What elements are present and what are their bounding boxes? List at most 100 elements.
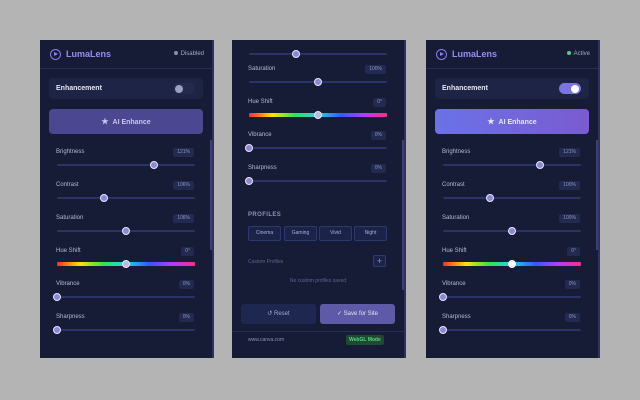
slider-thumb[interactable] <box>99 194 108 202</box>
slider-label: Hue Shift <box>442 248 467 254</box>
slider-track[interactable] <box>249 147 387 149</box>
slider-label: Saturation <box>56 215 84 221</box>
slider-track[interactable] <box>249 53 387 55</box>
slider-track[interactable] <box>249 180 387 182</box>
slider-label: Saturation <box>442 215 470 221</box>
scrollbar[interactable] <box>402 140 404 290</box>
slider-track[interactable] <box>443 329 581 331</box>
slider-thumb[interactable] <box>292 50 300 58</box>
slider-thumb[interactable] <box>508 260 516 268</box>
slider-value: 0° <box>181 247 194 256</box>
slider-thumb[interactable] <box>439 293 447 301</box>
check-icon: ✓ <box>336 311 342 317</box>
slider-label: Brightness <box>442 149 471 155</box>
preset-vivid[interactable]: Vivid <box>319 226 352 241</box>
slider-value: 100% <box>365 65 386 74</box>
preset-gaming[interactable]: Gaming <box>284 226 317 241</box>
slider-track[interactable] <box>443 197 581 199</box>
slider-label: Hue Shift <box>56 248 81 254</box>
status-badge: Active <box>566 51 590 57</box>
slider-value: 0% <box>370 164 386 173</box>
slider-value: 0% <box>564 313 580 322</box>
slider-label: Contrast <box>56 182 79 188</box>
slider-track[interactable] <box>443 164 581 166</box>
undo-icon: ↺ <box>267 311 273 317</box>
slider-thumb[interactable] <box>485 194 494 202</box>
reset-button[interactable]: ↺ Reset <box>241 304 316 324</box>
status-text: Active <box>573 51 590 57</box>
save-label: Save for Site <box>343 311 379 317</box>
reset-label: Reset <box>274 311 290 317</box>
panel-header: LumaLens Active <box>426 40 598 69</box>
slider-track[interactable] <box>57 296 195 298</box>
toggle-knob <box>571 84 579 93</box>
scrollbar[interactable] <box>596 140 598 250</box>
slider-track[interactable] <box>57 197 195 199</box>
slider-thumb[interactable] <box>149 161 158 169</box>
slider-value: 100% <box>559 214 580 223</box>
slider-value: 121% <box>173 148 194 157</box>
ai-enhance-button[interactable]: ★ AI Enhance <box>435 109 589 134</box>
slider-label: Vibrance <box>248 132 272 138</box>
slider-label: Brightness <box>56 149 85 155</box>
slider-value: 0% <box>178 313 194 322</box>
scrollbar[interactable] <box>210 140 212 250</box>
mode-badge: WebGL Mode <box>346 335 384 345</box>
slider-track[interactable] <box>57 329 195 331</box>
slider-thumb[interactable] <box>245 144 253 152</box>
profiles-title: PROFILES <box>248 212 282 218</box>
status-dot-icon <box>173 51 178 55</box>
slider-thumb[interactable] <box>314 111 322 119</box>
slider-label: Contrast <box>442 182 465 188</box>
enhancement-label: Enhancement <box>442 85 488 92</box>
popup-panel-scrolled: Saturation 100% Hue Shift 0° Vibrance 0% Sharp… <box>232 40 406 358</box>
slider-label: Saturation <box>248 66 276 72</box>
slider-label: Sharpness <box>56 314 85 320</box>
play-circle-icon <box>436 49 447 60</box>
slider-value: 106% <box>173 214 194 223</box>
slider-thumb[interactable] <box>535 161 544 169</box>
slider-value: 0% <box>564 280 580 289</box>
slider-thumb[interactable] <box>245 177 253 185</box>
status-text: Disabled <box>180 51 204 57</box>
app-name: LumaLens <box>66 49 112 59</box>
empty-profiles-message: No custom profiles saved <box>289 278 347 284</box>
site-url: www.canva.com <box>248 337 285 343</box>
slider-track[interactable] <box>443 296 581 298</box>
slider-value: 0% <box>178 280 194 289</box>
enhancement-toggle[interactable] <box>559 83 581 94</box>
toggle-knob <box>175 84 183 93</box>
slider-thumb[interactable] <box>122 227 130 235</box>
preset-cinema[interactable]: Cinema <box>248 226 281 241</box>
slider-thumb[interactable] <box>508 227 516 235</box>
ai-enhance-button[interactable]: ★ AI Enhance <box>49 109 203 134</box>
star-icon: ★ <box>101 117 109 126</box>
play-circle-icon <box>50 49 61 60</box>
add-profile-button[interactable]: + <box>373 255 386 267</box>
slider-thumb[interactable] <box>53 326 61 334</box>
save-for-site-button[interactable]: ✓ Save for Site <box>320 304 395 324</box>
slider-label: Vibrance <box>442 281 466 287</box>
slider-thumb[interactable] <box>314 78 322 86</box>
slider-value: 0° <box>567 247 580 256</box>
slider-thumb[interactable] <box>439 326 447 334</box>
slider-track[interactable] <box>57 164 195 166</box>
enhancement-label: Enhancement <box>56 85 102 92</box>
slider-label: Vibrance <box>56 281 80 287</box>
preset-night[interactable]: Night <box>354 226 387 241</box>
slider-thumb[interactable] <box>122 260 130 268</box>
slider-value: 100% <box>559 181 580 190</box>
star-icon: ★ <box>487 117 495 126</box>
enhancement-toggle[interactable] <box>173 83 195 94</box>
slider-value: 106% <box>173 181 194 190</box>
popup-panel-active: LumaLens Active Enhancement ★ AI Enhance … <box>426 40 600 358</box>
slider-thumb[interactable] <box>53 293 61 301</box>
app-name: LumaLens <box>452 49 498 59</box>
status-badge: Disabled <box>173 51 204 57</box>
ai-enhance-label: AI Enhance <box>112 119 151 126</box>
custom-profiles-label: Custom Profiles <box>248 259 284 265</box>
footer-divider <box>232 331 404 332</box>
enhancement-card: Enhancement <box>49 78 203 99</box>
ai-enhance-label: AI Enhance <box>498 119 537 126</box>
slider-label: Hue Shift <box>248 99 273 105</box>
